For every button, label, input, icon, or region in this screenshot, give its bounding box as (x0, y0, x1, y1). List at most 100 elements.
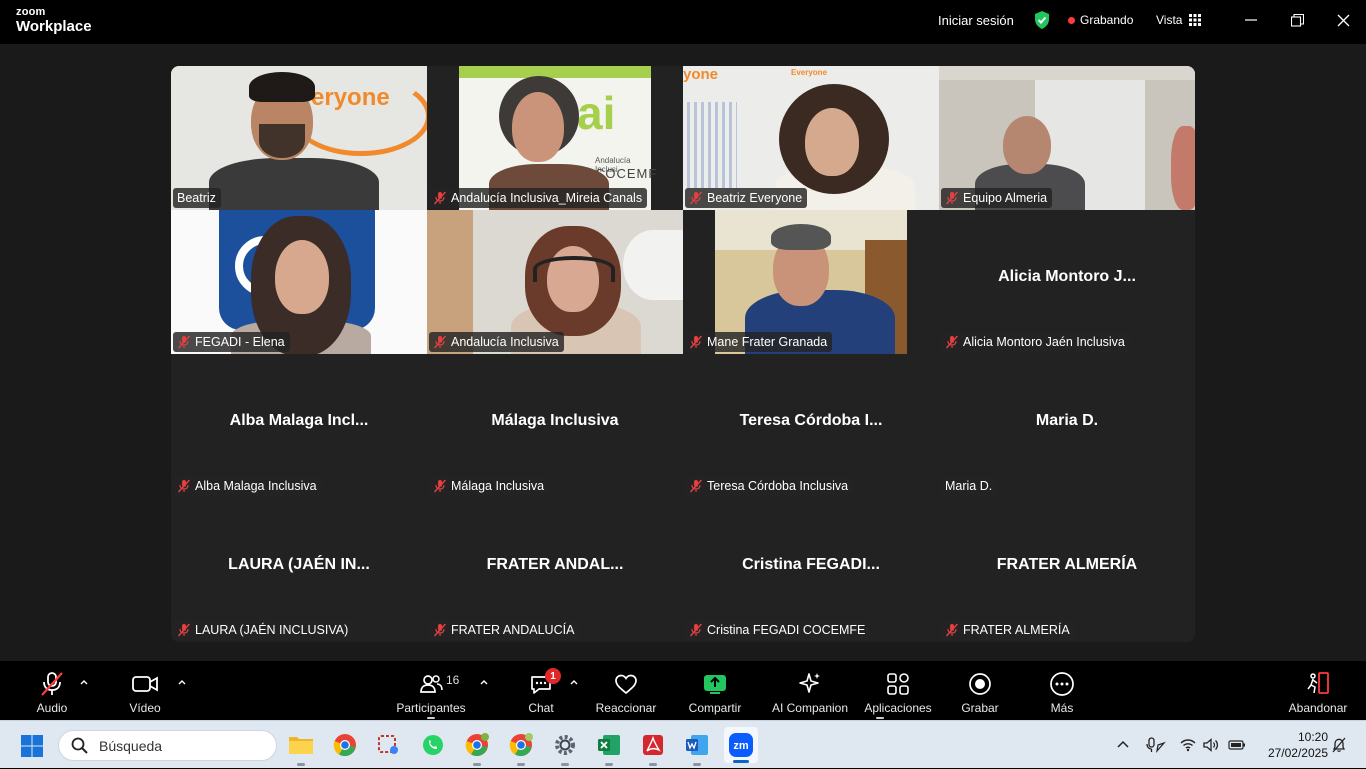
participant-tile[interactable]: Cristina FEGADI... Cristina FEGADI COCEM… (683, 498, 939, 642)
video-button[interactable]: Vídeo (124, 661, 166, 720)
share-label: Compartir (688, 701, 742, 715)
participant-tile[interactable]: Maria D. Maria D. (939, 354, 1195, 498)
participant-tile[interactable]: Alicia Montoro J... Alicia Montoro Jaén … (939, 210, 1195, 354)
excel-icon[interactable] (595, 731, 623, 766)
participants-button[interactable]: Participantes (395, 661, 467, 720)
green-banner (459, 66, 651, 78)
participant-tile[interactable]: Alba Malaga Incl... Alba Malaga Inclusiv… (171, 354, 427, 498)
participant-name: Teresa Córdoba Inclusiva (707, 479, 849, 493)
participant-tile[interactable]: Equipo Almeria (939, 66, 1195, 210)
wifi-icon[interactable] (1180, 721, 1196, 769)
share-screen-button[interactable]: Compartir (685, 661, 745, 720)
record-button[interactable]: Grabar (961, 661, 999, 720)
participant-tile[interactable]: eryone Beatriz (171, 66, 427, 210)
headset (533, 256, 615, 282)
participant-tile[interactable]: Málaga Inclusiva Málaga Inclusiva (427, 354, 683, 498)
title-bar: zoom Workplace Iniciar sesión Grabando V… (0, 0, 1366, 44)
participants-options-chevron-icon[interactable] (479, 677, 489, 687)
participant-tile[interactable]: Mane Frater Granada (683, 210, 939, 354)
system-clock[interactable]: 10:20 27/02/2025 (1256, 729, 1328, 761)
windows-start-icon[interactable] (20, 734, 44, 758)
zoom-app-icon[interactable]: zm (724, 727, 758, 763)
running-indicator (605, 763, 613, 766)
leave-door-icon (1307, 672, 1329, 694)
chrome-profile-icon[interactable] (463, 731, 491, 766)
location-mic-icon[interactable] (1146, 721, 1166, 769)
participant-name: Beatriz Everyone (707, 191, 803, 205)
participant-tile[interactable]: LAURA (JAÉN IN... LAURA (JAÉN INCLUSIVA) (171, 498, 427, 642)
participants-icon (420, 675, 443, 693)
participants-count: 16 (446, 673, 460, 687)
close-icon[interactable] (1333, 10, 1353, 30)
leave-label: Abandonar (1288, 701, 1348, 715)
muted-mic-icon (433, 623, 447, 637)
audio-options-chevron-icon[interactable] (79, 677, 89, 687)
snipping-tool-icon[interactable] (375, 731, 403, 759)
participant-display-name: FRATER ANDAL... (486, 556, 624, 573)
person-partial (1171, 126, 1195, 210)
recording-indicator[interactable]: Grabando (1068, 0, 1133, 40)
person-hair (771, 224, 831, 250)
security-shield-icon[interactable] (1033, 0, 1051, 40)
video-label: Vídeo (129, 701, 161, 715)
ceiling (939, 66, 1195, 80)
gallery-grid: eryone Beatriz ai Andalucía Inclusi COCE… (171, 66, 1195, 642)
ai-companion-button[interactable]: AI Companion (770, 661, 850, 720)
participant-name-tag: FRATER ANDALUCÍA (429, 620, 580, 640)
participant-tile[interactable]: Andalucía Inclusiva (427, 210, 683, 354)
minimize-icon[interactable] (1241, 10, 1261, 30)
more-button[interactable]: Más (1045, 661, 1079, 720)
react-button[interactable]: Reaccionar (593, 661, 659, 720)
battery-icon[interactable] (1228, 721, 1246, 769)
participant-name-tag: Maria D. (941, 476, 998, 496)
participant-name-tag: Beatriz (173, 188, 221, 208)
participant-display-name: Teresa Córdoba I... (739, 412, 883, 429)
active-indicator (427, 717, 435, 719)
signin-link[interactable]: Iniciar sesión (938, 0, 1014, 40)
running-indicator (693, 763, 701, 766)
participant-tile[interactable]: FEGADI - Elena (171, 210, 427, 354)
muted-mic-icon (177, 623, 191, 637)
meeting-toolbar: Audio Vídeo Participantes 16 Chat 1 Reac… (0, 661, 1366, 720)
notifications-bell-icon[interactable] (1332, 721, 1346, 769)
chrome-icon[interactable] (331, 731, 359, 759)
running-indicator (649, 763, 657, 766)
video-options-chevron-icon[interactable] (177, 677, 187, 687)
grid-view-icon (1189, 14, 1202, 26)
leave-button[interactable]: Abandonar (1286, 661, 1350, 720)
running-indicator (517, 763, 525, 766)
chat-options-chevron-icon[interactable] (569, 677, 579, 687)
muted-mic-icon (945, 623, 959, 637)
whatsapp-icon[interactable] (419, 731, 447, 759)
taskbar-search[interactable]: Búsqueda (58, 730, 277, 761)
participant-name-tag: Equipo Almeria (941, 188, 1053, 208)
audio-button[interactable]: Audio (32, 661, 72, 720)
apps-button[interactable]: Aplicaciones (862, 661, 934, 720)
participant-name-tag: Alicia Montoro Jaén Inclusiva (941, 332, 1130, 352)
muted-mic-icon (433, 479, 447, 493)
word-icon[interactable] (683, 731, 711, 766)
svg-text:zm: zm (733, 740, 749, 752)
volume-icon[interactable] (1203, 721, 1219, 769)
participant-tile[interactable]: Teresa Córdoba I... Teresa Córdoba Inclu… (683, 354, 939, 498)
participant-tile[interactable]: ai Andalucía Inclusi COCEMF Andalucía In… (427, 66, 683, 210)
camera-icon (132, 676, 158, 692)
acrobat-icon[interactable] (639, 731, 667, 766)
participant-name-tag: Andalucía Inclusiva (429, 332, 564, 352)
file-explorer-icon[interactable] (287, 731, 315, 766)
person-head (275, 240, 329, 314)
view-button[interactable]: Vista (1156, 0, 1202, 40)
participant-tile[interactable]: yone Everyone Beatriz Everyone (683, 66, 939, 210)
active-indicator (876, 717, 884, 719)
participant-name-tag: Mane Frater Granada (685, 332, 833, 352)
participant-tile[interactable]: FRATER ALMERÍA FRATER ALMERÍA (939, 498, 1195, 642)
recording-label: Grabando (1080, 13, 1134, 27)
settings-gear-icon[interactable] (551, 731, 579, 766)
participant-tile[interactable]: FRATER ANDAL... FRATER ANDALUCÍA (427, 498, 683, 642)
participant-name-tag: Alba Malaga Inclusiva (173, 476, 322, 496)
running-indicator (561, 763, 569, 766)
restore-icon[interactable] (1287, 10, 1307, 30)
participant-name: Andalucía Inclusiva (451, 335, 559, 349)
show-hidden-icons-chevron-icon[interactable] (1116, 721, 1130, 769)
chrome-profile-icon[interactable] (507, 731, 535, 766)
